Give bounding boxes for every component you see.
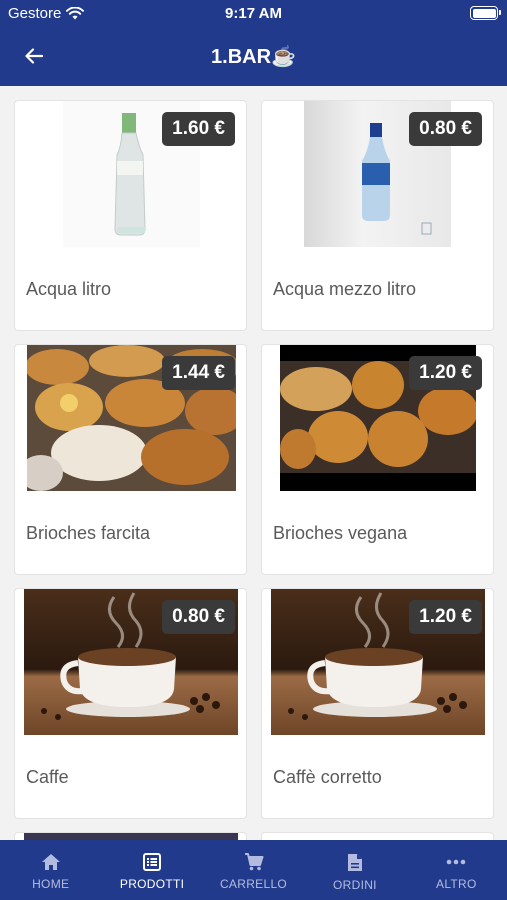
price-badge: 0.80 € <box>409 112 482 146</box>
cart-icon <box>244 853 264 871</box>
tab-carrello[interactable]: CARRELLO <box>203 840 304 900</box>
product-card[interactable]: 1.20 € Brioches vegana <box>261 344 494 575</box>
status-bar: Gestore 9:17 AM <box>0 0 507 28</box>
price-badge: 1.20 € <box>409 600 482 634</box>
tab-label: CARRELLO <box>219 877 288 891</box>
status-time: 9:17 AM <box>225 5 282 22</box>
battery-icon <box>470 6 501 20</box>
product-card[interactable]: 1.60 € Acqua litro <box>14 100 247 331</box>
product-image <box>24 833 238 840</box>
product-grid: 1.60 € Acqua litro 0.80 € Acqua mezzo li… <box>0 86 507 840</box>
tab-label: ALTRO <box>436 877 477 891</box>
price-badge: 1.60 € <box>162 112 235 146</box>
product-name: Caffè corretto <box>273 767 382 787</box>
product-card[interactable] <box>14 832 247 840</box>
list-icon <box>143 853 162 871</box>
product-card[interactable]: 0.80 € Acqua mezzo litro <box>261 100 494 331</box>
tab-label: PRODOTTI <box>119 877 185 891</box>
product-name: Caffe <box>26 767 69 787</box>
product-card[interactable]: 0.80 € Caffe <box>14 588 247 819</box>
price-badge: 1.44 € <box>162 356 235 390</box>
product-card[interactable]: 1.20 € Caffè corretto <box>261 588 494 819</box>
bottom-tab-bar: HOME PRODOTTI CARRELLO ORDINI ALTRO <box>0 840 507 900</box>
tab-altro[interactable]: ALTRO <box>406 840 507 900</box>
product-name: Acqua mezzo litro <box>273 279 417 299</box>
product-name: Acqua litro <box>26 279 112 299</box>
product-card[interactable]: 1.44 € Brioches farcita <box>14 344 247 575</box>
page-title: 1.BAR☕ <box>211 46 296 68</box>
tab-label: ORDINI <box>333 878 377 892</box>
product-name: Brioches vegana <box>273 523 408 543</box>
more-icon <box>447 859 466 865</box>
tab-prodotti[interactable]: PRODOTTI <box>101 840 202 900</box>
nav-bar: 1.BAR☕ <box>0 36 507 76</box>
document-icon <box>347 854 362 871</box>
home-icon <box>41 854 60 870</box>
price-badge: 1.20 € <box>409 356 482 390</box>
price-badge: 0.80 € <box>162 600 235 634</box>
tab-home[interactable]: HOME <box>0 840 101 900</box>
tab-ordini[interactable]: ORDINI <box>304 840 405 900</box>
product-card[interactable] <box>261 832 494 840</box>
product-name: Brioches farcita <box>26 523 151 543</box>
tab-label: HOME <box>32 877 70 891</box>
app-header: Gestore 9:17 AM 1.BAR☕ <box>0 0 507 86</box>
